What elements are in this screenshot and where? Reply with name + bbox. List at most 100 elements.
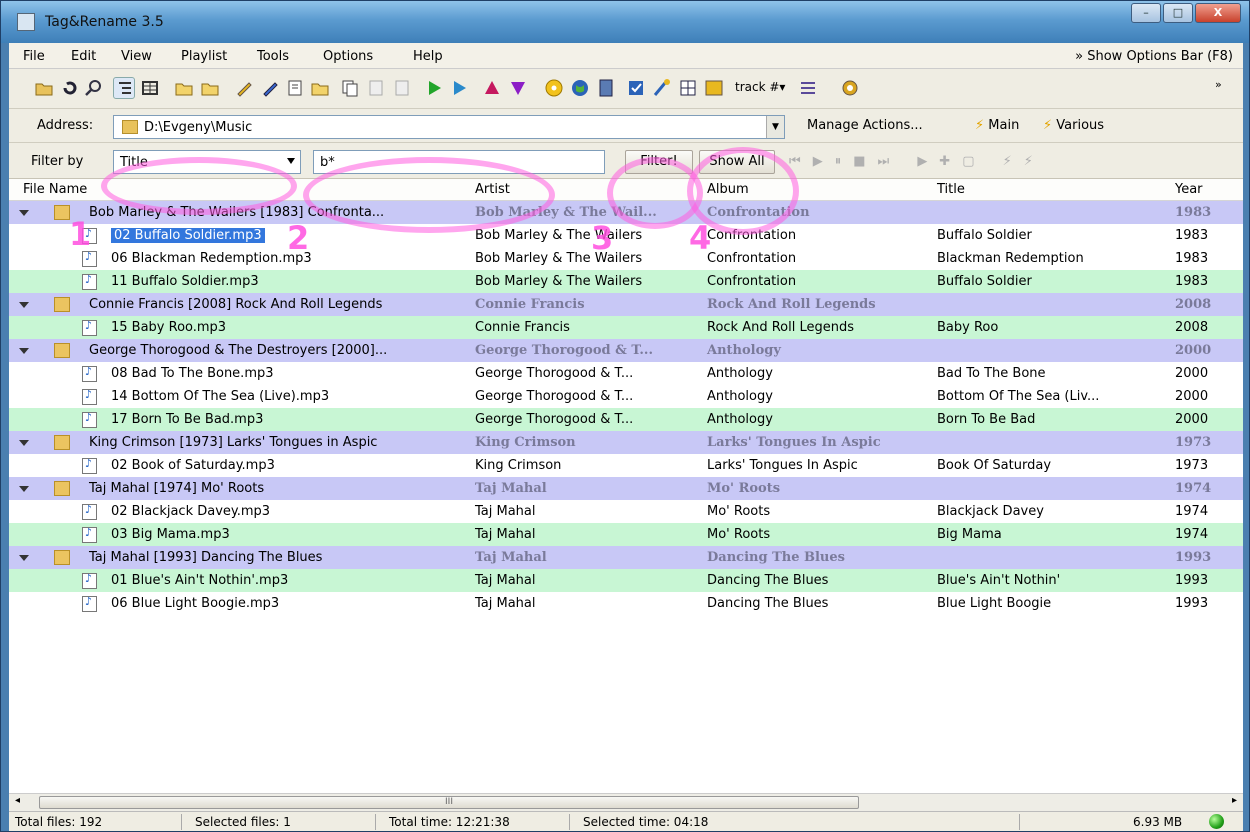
title-cell[interactable]: Buffalo Soldier <box>937 228 1032 243</box>
column-header-album[interactable]: Album <box>707 182 749 197</box>
file-name-cell[interactable]: 15 Baby Roo.mp3 <box>111 320 226 335</box>
case-icon[interactable] <box>703 77 725 99</box>
year-cell[interactable]: 1983 <box>1175 251 1208 266</box>
table-row[interactable]: 06 Blackman Redemption.mp3 Bob Marley & T… <box>9 247 1243 270</box>
year-cell[interactable]: 1983 <box>1175 274 1208 289</box>
address-input[interactable]: D:\Evgeny\Music ▼ <box>113 115 785 139</box>
filter-button[interactable]: Filter! <box>625 150 693 174</box>
toolbar-overflow-icon[interactable]: » <box>1215 78 1222 91</box>
table-row[interactable]: 02 Buffalo Soldier.mp3 Bob Marley & The W… <box>9 224 1243 247</box>
artist-cell[interactable]: George Thorogood & T... <box>475 366 633 381</box>
album-cell[interactable]: Larks' Tongues In Aspic <box>707 458 858 473</box>
file-name-cell[interactable]: 14 Bottom Of The Sea (Live).mp3 <box>111 389 329 404</box>
title-cell[interactable]: Big Mama <box>937 527 1002 542</box>
file-name-cell[interactable]: 01 Blue's Ain't Nothin'.mp3 <box>111 573 288 588</box>
album-cell[interactable]: Rock And Roll Legends <box>707 320 854 335</box>
table-row[interactable]: 06 Blue Light Boogie.mp3 Taj Mahal Dancing… <box>9 592 1243 615</box>
column-header-file-name[interactable]: File Name <box>23 182 87 197</box>
album-group-row[interactable]: Taj Mahal [1974] Mo' Roots Taj Mahal Mo' R… <box>9 477 1243 500</box>
plugins-icon[interactable] <box>839 77 861 99</box>
menu-file[interactable]: File <box>23 49 45 64</box>
table-row[interactable]: 02 Book of Saturday.mp3 King Crimson Larks… <box>9 454 1243 477</box>
file-name-cell[interactable]: 11 Buffalo Soldier.mp3 <box>111 274 259 289</box>
album-group-row[interactable]: George Thorogood & The Destroyers [2000]… <box>9 339 1243 362</box>
column-header-title[interactable]: Title <box>937 182 965 197</box>
table-row[interactable]: 11 Buffalo Soldier.mp3 Bob Marley & The W… <box>9 270 1243 293</box>
horizontal-scrollbar[interactable]: ◂ III ▸ <box>9 793 1243 811</box>
expand-triangle-icon[interactable] <box>19 486 29 492</box>
file-name-cell[interactable]: 08 Bad To The Bone.mp3 <box>111 366 274 381</box>
table-row[interactable]: 14 Bottom Of The Sea (Live).mp3 George Th… <box>9 385 1243 408</box>
file-name-cell[interactable]: 02 Blackjack Davey.mp3 <box>111 504 270 519</box>
album-cell[interactable]: Dancing The Blues <box>707 596 828 611</box>
track-number-dropdown[interactable]: track #▾ <box>735 80 785 94</box>
title-cell[interactable]: Bad To The Bone <box>937 366 1046 381</box>
menu-tools[interactable]: Tools <box>257 49 289 64</box>
close-button[interactable]: X <box>1195 3 1241 23</box>
artist-cell[interactable]: Taj Mahal <box>475 573 536 588</box>
expand-triangle-icon[interactable] <box>19 302 29 308</box>
globe-icon[interactable] <box>569 77 591 99</box>
expand-triangle-icon[interactable] <box>19 348 29 354</box>
checklist-icon[interactable] <box>625 77 647 99</box>
table-row[interactable]: 17 Born To Be Bad.mp3 George Thorogood & … <box>9 408 1243 431</box>
title-cell[interactable]: Bottom Of The Sea (Liv... <box>937 389 1099 404</box>
numbering-icon[interactable] <box>797 77 819 99</box>
file-name-cell[interactable]: 06 Blackman Redemption.mp3 <box>111 251 312 266</box>
rename-icon[interactable] <box>309 77 331 99</box>
album-cell[interactable]: Dancing The Blues <box>707 573 828 588</box>
table-row[interactable]: 01 Blue's Ain't Nothin'.mp3 Taj Mahal Danc… <box>9 569 1243 592</box>
year-cell[interactable]: 1974 <box>1175 527 1208 542</box>
column-header-artist[interactable]: Artist <box>475 182 510 197</box>
scroll-left-icon[interactable]: ◂ <box>15 795 20 806</box>
folder-icon[interactable] <box>199 77 221 99</box>
table-row[interactable]: 03 Big Mama.mp3 Taj Mahal Mo' Roots Big Mam… <box>9 523 1243 546</box>
triangle-down-icon[interactable] <box>507 77 529 99</box>
expand-triangle-icon[interactable] <box>19 555 29 561</box>
album-cell[interactable]: Confrontation <box>707 274 796 289</box>
menu-view[interactable]: View <box>121 49 152 64</box>
artist-cell[interactable]: Bob Marley & The Wailers <box>475 251 642 266</box>
title-cell[interactable]: Blackjack Davey <box>937 504 1044 519</box>
tree-view-icon[interactable] <box>113 77 135 99</box>
title-cell[interactable]: Buffalo Soldier <box>937 274 1032 289</box>
year-cell[interactable]: 1993 <box>1175 573 1208 588</box>
album-group-row[interactable]: Taj Mahal [1993] Dancing The Blues Taj Ma… <box>9 546 1243 569</box>
main-action-button[interactable]: ⚡ Main <box>975 118 1019 133</box>
artist-cell[interactable]: Connie Francis <box>475 320 570 335</box>
album-cell[interactable]: Anthology <box>707 366 773 381</box>
menu-playlist[interactable]: Playlist <box>181 49 227 64</box>
file-name-cell[interactable]: 02 Book of Saturday.mp3 <box>111 458 275 473</box>
year-cell[interactable]: 1983 <box>1175 228 1208 243</box>
title-bar[interactable]: Tag&Rename 3.5 – □ X <box>1 1 1249 43</box>
show-options-bar-toggle[interactable]: » Show Options Bar (F8) <box>1075 49 1233 64</box>
triangle-up-icon[interactable] <box>481 77 503 99</box>
artist-cell[interactable]: George Thorogood & T... <box>475 412 633 427</box>
artist-cell[interactable]: Taj Mahal <box>475 504 536 519</box>
magic-icon[interactable] <box>651 77 673 99</box>
filter-field-select[interactable]: Title <box>113 150 301 174</box>
search-icon[interactable] <box>83 77 105 99</box>
album-cell[interactable]: Confrontation <box>707 251 796 266</box>
artist-cell[interactable]: Bob Marley & The Wailers <box>475 228 642 243</box>
year-cell[interactable]: 1974 <box>1175 504 1208 519</box>
album-cell[interactable]: Mo' Roots <box>707 504 770 519</box>
refresh-icon[interactable] <box>59 77 81 99</box>
column-header-year[interactable]: Year <box>1175 182 1203 197</box>
minimize-button[interactable]: – <box>1131 3 1161 23</box>
artist-cell[interactable]: King Crimson <box>475 458 561 473</box>
title-cell[interactable]: Baby Roo <box>937 320 998 335</box>
title-cell[interactable]: Blue Light Boogie <box>937 596 1051 611</box>
file-name-cell[interactable]: 06 Blue Light Boogie.mp3 <box>111 596 279 611</box>
album-group-row[interactable]: King Crimson [1973] Larks' Tongues in As… <box>9 431 1243 454</box>
calculator-icon[interactable] <box>595 77 617 99</box>
artist-cell[interactable]: George Thorogood & T... <box>475 389 633 404</box>
year-cell[interactable]: 1973 <box>1175 458 1208 473</box>
album-cell[interactable]: Anthology <box>707 389 773 404</box>
file-name-cell[interactable]: 02 Buffalo Soldier.mp3 <box>110 227 266 244</box>
year-cell[interactable]: 1993 <box>1175 596 1208 611</box>
play-icon[interactable] <box>423 77 445 99</box>
tag-edit-icon[interactable] <box>285 77 307 99</box>
file-name-cell[interactable]: 03 Big Mama.mp3 <box>111 527 230 542</box>
title-cell[interactable]: Blue's Ain't Nothin' <box>937 573 1060 588</box>
